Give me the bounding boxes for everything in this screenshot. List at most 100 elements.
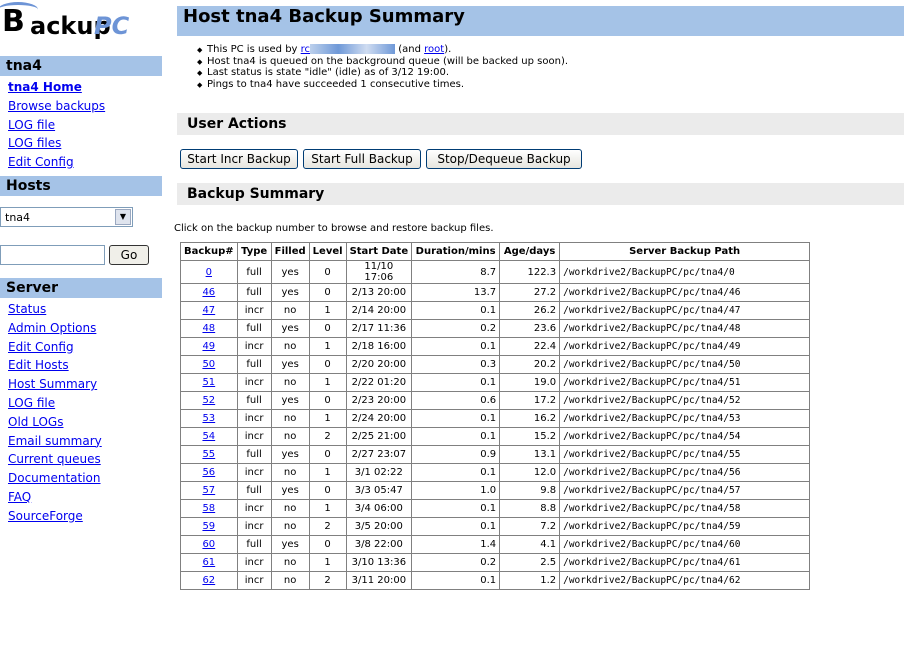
- backup-number-link[interactable]: 54: [202, 431, 215, 442]
- backup-number-link[interactable]: 61: [202, 557, 215, 568]
- backup-number-cell: 59: [180, 517, 238, 536]
- host-link[interactable]: LOG file: [8, 116, 162, 135]
- backuppc-logo[interactable]: B ackup PC: [0, 0, 162, 52]
- backup-number-link[interactable]: 50: [202, 359, 215, 370]
- age-cell: 20.2: [499, 355, 561, 374]
- server-link[interactable]: FAQ: [8, 488, 162, 507]
- age-cell: 17.2: [499, 391, 561, 410]
- level-cell: 1: [308, 373, 347, 392]
- chevron-down-icon[interactable]: ▼: [115, 209, 131, 225]
- duration-cell: 1.4: [411, 535, 501, 554]
- backup-number-link[interactable]: 56: [202, 467, 215, 478]
- start-date-cell: 3/10 13:36: [345, 553, 413, 572]
- host-link[interactable]: tna4 Home: [8, 78, 162, 97]
- info-used-by: This PC is used by rc (and root).: [197, 44, 904, 56]
- filled-cell: no: [270, 553, 310, 572]
- server-link[interactable]: Old LOGs: [8, 413, 162, 432]
- duration-cell: 0.1: [411, 409, 501, 428]
- user-link[interactable]: rc: [300, 44, 396, 55]
- go-button[interactable]: Go: [109, 245, 149, 265]
- age-cell: 15.2: [499, 427, 561, 446]
- server-link[interactable]: Documentation: [8, 469, 162, 488]
- backup-number-link[interactable]: 59: [202, 521, 215, 532]
- table-row: 53 incr no 1 2/24 20:00 0.1 16.2/workdrive2/Ba…: [180, 409, 811, 428]
- host-link[interactable]: Browse backups: [8, 97, 162, 116]
- server-link[interactable]: Edit Config: [8, 338, 162, 357]
- start-incr-backup-button[interactable]: Start Incr Backup: [180, 149, 298, 169]
- level-cell: 1: [308, 409, 347, 428]
- start-full-backup-button[interactable]: Start Full Backup: [303, 149, 421, 169]
- age-cell: 27.2: [499, 283, 561, 302]
- path-cell: /workdrive2/BackupPC/pc/tna4/58: [559, 499, 811, 518]
- root-link[interactable]: root: [424, 44, 444, 55]
- path-cell: /workdrive2/BackupPC/pc/tna4/60: [559, 535, 811, 554]
- backup-number-cell: 54: [180, 427, 238, 446]
- filled-cell: no: [270, 301, 310, 320]
- table-row: 48 full yes 0 2/17 11:36 0.2 23.6/workdrive2/B…: [180, 319, 811, 338]
- backup-number-cell: 58: [180, 499, 238, 518]
- backup-number-link[interactable]: 48: [202, 323, 215, 334]
- table-row: 62 incr no 2 3/11 20:00 0.1 1.2/workdrive2/Bac…: [180, 571, 811, 590]
- backup-number-cell: 52: [180, 391, 238, 410]
- server-link[interactable]: Host Summary: [8, 375, 162, 394]
- server-link[interactable]: Status: [8, 300, 162, 319]
- host-select-value: tna4: [5, 211, 31, 224]
- host-link[interactable]: LOG files: [8, 134, 162, 153]
- filled-cell: yes: [270, 535, 310, 554]
- backup-number-link[interactable]: 53: [202, 413, 215, 424]
- hosts-heading: Hosts: [0, 176, 162, 196]
- path-cell: /workdrive2/BackupPC/pc/tna4/51: [559, 373, 811, 392]
- backup-number-cell: 56: [180, 463, 238, 482]
- level-cell: 1: [308, 301, 347, 320]
- start-date-cell: 2/24 20:00: [345, 409, 413, 428]
- server-link[interactable]: LOG file: [8, 394, 162, 413]
- path-cell: /workdrive2/BackupPC/pc/tna4/46: [559, 283, 811, 302]
- backup-number-link[interactable]: 0: [206, 267, 212, 278]
- table-row: 50 full yes 0 2/20 20:00 0.3 20.2/workdrive2/B…: [180, 355, 811, 374]
- filled-cell: yes: [270, 319, 310, 338]
- backup-number-link[interactable]: 55: [202, 449, 215, 460]
- backup-number-link[interactable]: 60: [202, 539, 215, 550]
- age-cell: 7.2: [499, 517, 561, 536]
- host-select[interactable]: tna4 ▼: [0, 207, 133, 227]
- backup-number-link[interactable]: 58: [202, 503, 215, 514]
- filled-cell: no: [270, 499, 310, 518]
- backup-number-cell: 48: [180, 319, 238, 338]
- path-cell: /workdrive2/BackupPC/pc/tna4/54: [559, 427, 811, 446]
- page-title: Host tna4 Backup Summary: [177, 6, 904, 36]
- backup-number-link[interactable]: 47: [202, 305, 215, 316]
- filled-cell: yes: [270, 481, 310, 500]
- level-cell: 0: [308, 535, 347, 554]
- host-link[interactable]: Edit Config: [8, 153, 162, 172]
- stop-dequeue-backup-button[interactable]: Stop/Dequeue Backup: [426, 149, 582, 169]
- start-date-cell: 2/14 20:00: [345, 301, 413, 320]
- backup-number-link[interactable]: 51: [202, 377, 215, 388]
- user-link-text: rc: [300, 44, 311, 55]
- backup-number-link[interactable]: 57: [202, 485, 215, 496]
- server-link[interactable]: Email summary: [8, 432, 162, 451]
- backup-number-link[interactable]: 46: [202, 287, 215, 298]
- path-cell: /workdrive2/BackupPC/pc/tna4/62: [559, 571, 811, 590]
- browse-hint: Click on the backup number to browse and…: [174, 223, 494, 234]
- server-link[interactable]: Edit Hosts: [8, 356, 162, 375]
- server-link[interactable]: Current queues: [8, 450, 162, 469]
- start-date-cell: 2/25 21:00: [345, 427, 413, 446]
- backup-number-cell: 62: [180, 571, 238, 590]
- duration-cell: 0.2: [411, 553, 501, 572]
- logo-pc: PC: [94, 12, 130, 40]
- server-link[interactable]: Admin Options: [8, 319, 162, 338]
- type-cell: incr: [236, 301, 272, 320]
- backup-number-link[interactable]: 62: [202, 575, 215, 586]
- backup-number-cell: 50: [180, 355, 238, 374]
- server-link[interactable]: SourceForge: [8, 507, 162, 526]
- backup-number-cell: 55: [180, 445, 238, 464]
- info-and-close: ).: [444, 44, 452, 55]
- host-search-input[interactable]: [0, 245, 105, 265]
- backup-number-link[interactable]: 49: [202, 341, 215, 352]
- path-cell: /workdrive2/BackupPC/pc/tna4/56: [559, 463, 811, 482]
- level-cell: 0: [308, 260, 347, 284]
- backup-number-link[interactable]: 52: [202, 395, 215, 406]
- table-row: 52 full yes 0 2/23 20:00 0.6 17.2/workdrive2/B…: [180, 391, 811, 410]
- table-row: 57 full yes 0 3/3 05:47 1.0 9.8/workdrive2/Bac…: [180, 481, 811, 500]
- level-cell: 0: [308, 481, 347, 500]
